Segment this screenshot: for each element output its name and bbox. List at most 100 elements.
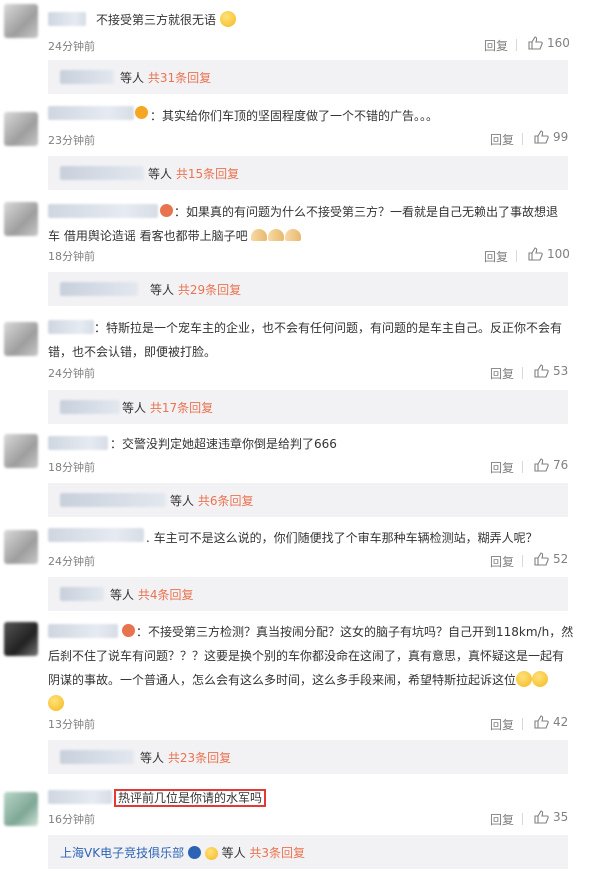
like-button[interactable]: 52	[534, 552, 568, 566]
smile-emoji-icon	[219, 11, 236, 27]
timestamp: 23分钟前	[48, 134, 95, 147]
thumbs-up-icon	[534, 458, 549, 472]
like-button[interactable]: 35	[534, 810, 568, 824]
highlighted-comment-text: 热评前几位是你请的水军吗	[114, 789, 267, 807]
username-blurred[interactable]	[48, 12, 86, 26]
sub-reply-suffix: 等人	[221, 846, 246, 860]
avatar[interactable]	[4, 622, 38, 656]
view-replies-link[interactable]: 共17条回复	[150, 401, 213, 415]
view-replies-link[interactable]: 共3条回复	[249, 846, 305, 860]
timestamp: 24分钟前	[48, 555, 95, 568]
like-button[interactable]: 42	[534, 715, 568, 729]
like-button[interactable]: 76	[534, 458, 568, 472]
sub-replies[interactable]: 上海VK电子竞技俱乐部 等人 共3条回复	[48, 835, 568, 869]
cry-emoji-icon	[516, 671, 533, 687]
divider	[522, 718, 523, 730]
cry-emoji-icon	[532, 671, 549, 687]
sub-reply-users-blurred	[60, 166, 144, 180]
sub-reply-suffix: 等人	[122, 401, 147, 415]
like-button[interactable]: 160	[528, 36, 570, 50]
sub-replies[interactable]: 等人 共4条回复	[48, 577, 568, 611]
sub-reply-users-blurred	[60, 587, 104, 601]
like-button[interactable]: 100	[528, 247, 570, 261]
sub-reply-suffix: 等人	[150, 283, 175, 297]
sub-replies[interactable]: 等人 共15条回复	[48, 156, 568, 190]
username-blurred[interactable]	[48, 106, 134, 120]
like-count: 160	[547, 36, 570, 50]
divider	[522, 555, 523, 567]
view-replies-link[interactable]: 共29条回复	[178, 283, 241, 297]
timestamp: 16分钟前	[48, 813, 95, 826]
view-replies-link[interactable]: 共23条回复	[168, 751, 231, 765]
avatar[interactable]	[4, 530, 38, 564]
sub-replies[interactable]: 等人 共29条回复	[48, 272, 568, 306]
view-replies-link[interactable]: 共31条回复	[148, 71, 211, 85]
divider	[522, 461, 523, 473]
reply-button[interactable]: 回复	[490, 131, 514, 148]
pray-hands-icon	[268, 229, 285, 241]
avatar[interactable]	[4, 202, 38, 236]
sub-reply-org-name[interactable]: 上海VK电子竞技俱乐部	[60, 846, 184, 860]
thumbs-up-icon	[534, 810, 549, 824]
sub-replies[interactable]: 等人 共6条回复	[48, 483, 568, 517]
comment-text: 不接受第三方就很无语	[96, 8, 598, 32]
divider	[522, 133, 523, 145]
thumbs-up-icon	[528, 36, 543, 50]
avatar[interactable]	[4, 112, 38, 146]
sub-reply-users-blurred	[60, 750, 134, 764]
comment-text: ：交警没判定她超速违章你倒是给判了666	[110, 437, 337, 451]
thumbs-up-icon	[534, 552, 549, 566]
thumbs-up-icon	[534, 715, 549, 729]
comment-text: ：其实给你们车顶的坚固程度做了一个不错的广告。。。	[150, 109, 439, 123]
sub-reply-suffix: 等人	[110, 588, 135, 602]
divider	[516, 250, 517, 262]
reply-button[interactable]: 回复	[490, 811, 514, 828]
username-blurred[interactable]	[48, 436, 108, 450]
reply-button[interactable]: 回复	[484, 37, 508, 54]
sub-replies[interactable]: 等人 共17条回复	[48, 390, 568, 424]
comment-text: 热评前几位是你请的水军吗	[114, 786, 416, 810]
thumbs-up-icon	[534, 364, 549, 378]
reply-button[interactable]: 回复	[490, 716, 514, 733]
avatar[interactable]	[4, 792, 38, 826]
verified-badge-icon	[135, 106, 148, 119]
verified-badge-icon	[187, 846, 201, 859]
like-count: 99	[553, 130, 569, 144]
timestamp: 18分钟前	[48, 461, 95, 474]
sub-reply-suffix: 等人	[170, 494, 195, 508]
username-blurred[interactable]	[48, 790, 112, 804]
like-button[interactable]: 99	[534, 130, 568, 144]
timestamp: 24分钟前	[48, 40, 95, 53]
cry-emoji-icon	[48, 695, 64, 711]
divider	[516, 39, 517, 51]
timestamp: 24分钟前	[48, 367, 95, 380]
sub-reply-suffix: 等人	[120, 71, 145, 85]
reply-button[interactable]: 回复	[490, 365, 514, 382]
view-replies-link[interactable]: 共6条回复	[198, 494, 254, 508]
like-count: 53	[553, 364, 569, 378]
reply-button[interactable]: 回复	[484, 248, 508, 265]
like-count: 52	[553, 552, 569, 566]
avatar[interactable]	[4, 4, 38, 38]
like-count: 35	[553, 810, 569, 824]
avatar[interactable]	[4, 434, 38, 468]
view-replies-link[interactable]: 共4条回复	[138, 588, 194, 602]
pray-hands-icon	[285, 229, 302, 241]
like-count: 100	[547, 247, 570, 261]
reply-button[interactable]: 回复	[490, 553, 514, 570]
view-replies-link[interactable]: 共15条回复	[176, 167, 239, 181]
reply-button[interactable]: 回复	[490, 459, 514, 476]
like-button[interactable]: 53	[534, 364, 568, 378]
sub-replies[interactable]: 等人 共23条回复	[48, 740, 568, 774]
pray-hands-icon	[251, 229, 268, 241]
badge-icon	[204, 847, 218, 860]
sub-reply-users-blurred	[60, 70, 114, 84]
timestamp: 18分钟前	[48, 250, 95, 263]
username-blurred[interactable]	[48, 528, 144, 542]
avatar[interactable]	[4, 322, 38, 356]
sub-reply-users-blurred	[60, 282, 138, 296]
thumbs-up-icon	[528, 247, 543, 261]
sub-replies[interactable]: 等人 共31条回复	[48, 60, 568, 94]
sub-reply-suffix: 等人	[140, 751, 165, 765]
sub-reply-suffix: 等人	[148, 167, 173, 181]
